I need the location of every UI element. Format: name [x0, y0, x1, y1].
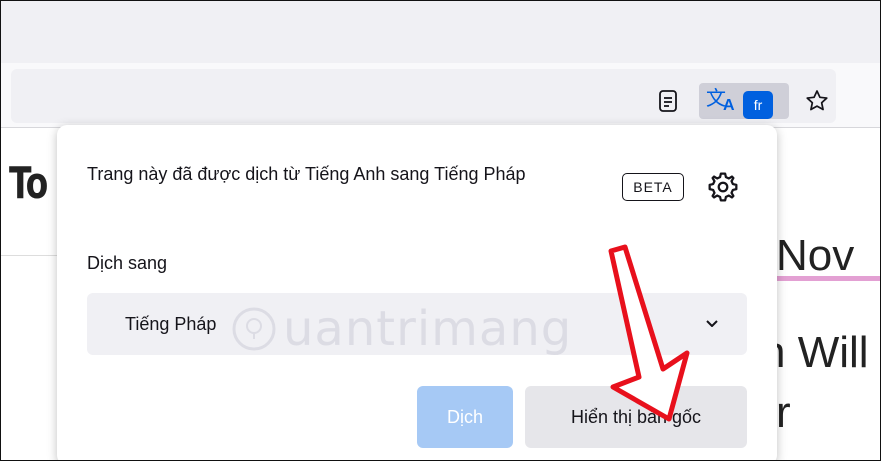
beta-badge: BETA	[622, 173, 684, 201]
selected-language: Tiếng Pháp	[125, 314, 217, 334]
page-text-fragment: r	[776, 388, 791, 437]
browser-window: 文 A fr To Nov n Will r Trang này đã được…	[0, 0, 881, 461]
translate-button-disabled[interactable]: Dịch	[417, 386, 513, 448]
chevron-down-icon	[703, 315, 721, 333]
navigation-toolbar: 文 A fr	[1, 63, 880, 128]
reader-view-icon[interactable]	[650, 83, 686, 119]
translation-panel: Trang này đã được dịch từ Tiếng Anh sang…	[57, 125, 777, 460]
language-badge: fr	[743, 91, 773, 119]
gear-icon[interactable]	[707, 171, 739, 203]
panel-title: Trang này đã được dịch từ Tiếng Anh sang…	[87, 164, 526, 184]
translate-to-label: Dịch sang	[87, 253, 168, 273]
svg-text:A: A	[723, 97, 735, 113]
target-language-select[interactable]: Tiếng Pháp	[87, 293, 747, 355]
bookmark-star-icon[interactable]	[799, 83, 835, 119]
translate-icon: 文 A	[705, 85, 739, 118]
translate-button[interactable]: 文 A fr	[699, 83, 789, 119]
page-text-fragment: n Will	[761, 328, 869, 377]
page-divider	[1, 255, 61, 256]
url-bar[interactable]: 文 A fr	[11, 69, 836, 123]
tab-strip	[1, 1, 880, 63]
show-original-button[interactable]: Hiển thị bản gốc	[525, 386, 747, 448]
page-heading-fragment: Nov	[776, 231, 855, 280]
accent-underline	[773, 276, 880, 281]
site-logo-fragment: To	[9, 158, 48, 209]
